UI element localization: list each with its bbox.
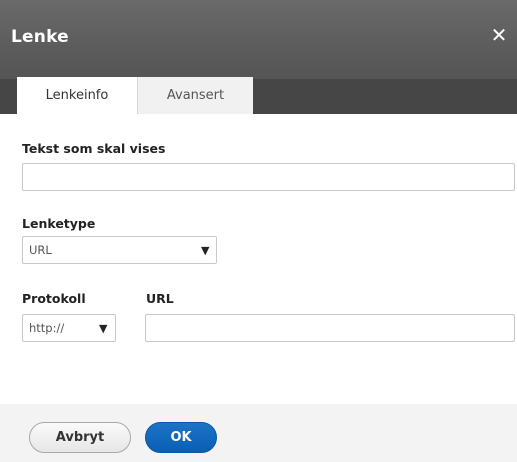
- link-type-value: URL: [29, 243, 52, 257]
- chevron-down-icon: ▼: [99, 322, 108, 335]
- dialog-titlebar: Lenke ✕: [0, 0, 517, 79]
- tab-lenkeinfo[interactable]: Lenkeinfo: [17, 77, 137, 114]
- link-type-label: Lenketype: [22, 216, 96, 231]
- chevron-down-icon: ▼: [201, 244, 210, 257]
- link-dialog: Lenke ✕ Lenkeinfo Avansert Tekst som ska…: [0, 0, 517, 462]
- ok-button[interactable]: OK: [145, 422, 217, 453]
- close-icon[interactable]: ✕: [487, 22, 511, 48]
- display-text-label: Tekst som skal vises: [22, 141, 166, 156]
- cancel-button[interactable]: Avbryt: [29, 422, 131, 453]
- protocol-select[interactable]: http:// ▼: [22, 314, 116, 342]
- url-input[interactable]: [145, 314, 515, 342]
- url-label: URL: [146, 291, 174, 306]
- dialog-title: Lenke: [11, 27, 69, 47]
- protocol-label: Protokoll: [22, 291, 86, 306]
- protocol-value: http://: [29, 321, 65, 335]
- tab-avansert[interactable]: Avansert: [137, 77, 253, 114]
- link-type-select[interactable]: URL ▼: [22, 236, 217, 264]
- display-text-input[interactable]: [22, 163, 515, 191]
